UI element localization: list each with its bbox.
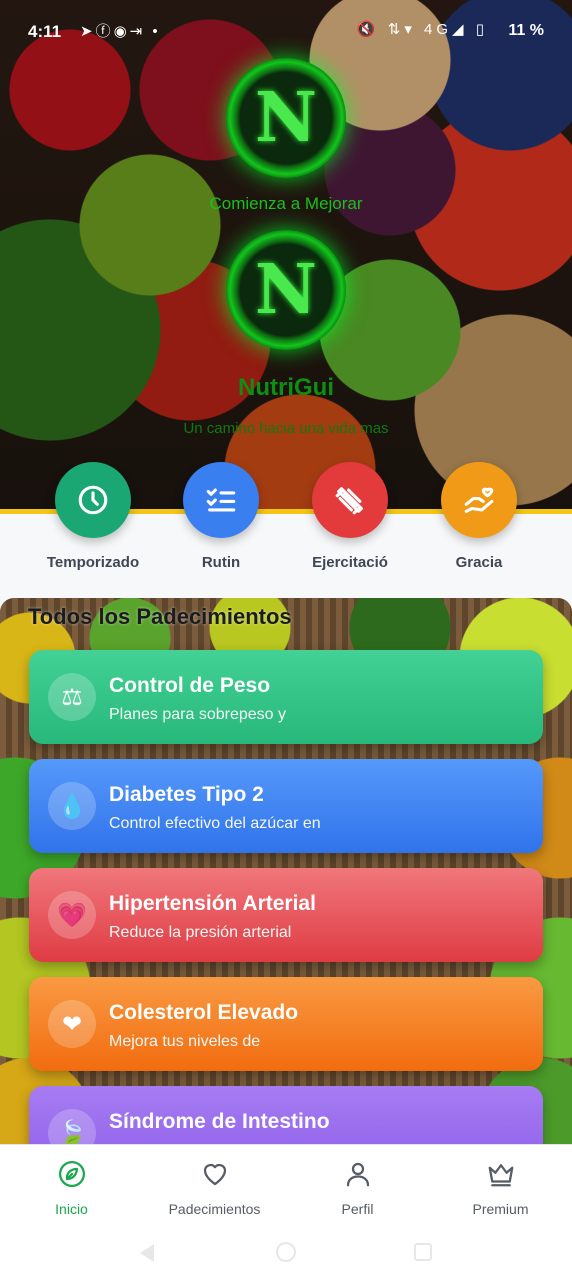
condition-card-diabetes-tipo-2[interactable]: 💧 Diabetes Tipo 2 Control efectivo del a… [29, 759, 543, 853]
quick-action-ejercitacio[interactable]: Ejercitació [275, 462, 425, 571]
notification-icons: ➤ⓕ◉⇥ • [80, 23, 161, 40]
card-title: Colesterol Elevado [109, 1001, 299, 1024]
recent-apps-icon[interactable] [414, 1243, 432, 1261]
app-name: NutriGui [238, 374, 334, 401]
hero-subtitle: Un camino hacia una vida mas [183, 420, 389, 437]
system-navigation-bar [0, 1232, 572, 1280]
quick-action-label: Ejercitació [312, 554, 388, 571]
condition-card-sindrome-de-intestino[interactable]: 🍃 Síndrome de Intestino [29, 1086, 543, 1144]
nav-item-inicio[interactable]: Inicio [0, 1159, 143, 1217]
home-button-icon[interactable] [276, 1242, 296, 1262]
system-status-icons: 🔇 ⇅▾ 4G◢ ▯ [356, 21, 488, 38]
logo-letter: N [254, 250, 318, 330]
conditions-section: Todos los Padecimientos ⚖ Control de Pes… [0, 598, 572, 1144]
nav-label: Inicio [55, 1201, 88, 1217]
nav-label: Perfil [341, 1201, 374, 1217]
clock-icon[interactable] [55, 462, 131, 538]
nav-item-padecimientos[interactable]: Padecimientos [143, 1159, 286, 1217]
checklist-icon[interactable] [183, 462, 259, 538]
card-title: Control de Peso [109, 674, 271, 697]
quick-action-gracia[interactable]: Gracia [404, 462, 554, 571]
heart-icon: 💗 [48, 891, 96, 939]
quick-action-label: Rutin [201, 554, 241, 571]
nutrigui-logo-icon: N [226, 58, 346, 178]
card-title: Síndrome de Intestino [109, 1110, 330, 1133]
nav-label: Padecimientos [168, 1201, 261, 1217]
card-description: Control efectivo del azúcar en [109, 815, 321, 832]
scale-icon: ⚖ [48, 673, 96, 721]
crown-icon [488, 1164, 513, 1187]
status-bar: 4:11 ➤ⓕ◉⇥ • 🔇 ⇅▾ 4G◢ ▯ 11 % [0, 0, 572, 64]
card-title: Hipertensión Arterial [109, 892, 316, 915]
nutrigui-logo-icon: N [226, 230, 346, 350]
leaf-icon: 🍃 [48, 1109, 96, 1144]
hand-heart-icon[interactable] [441, 462, 517, 538]
card-title: Diabetes Tipo 2 [109, 783, 264, 806]
blood-drop-icon: 💧 [48, 782, 96, 830]
section-title: Todos los Padecimientos [28, 604, 292, 629]
logo-letter: N [254, 78, 318, 158]
dumbbell-icon[interactable] [312, 462, 388, 538]
card-description: Planes para sobrepeso y [109, 706, 286, 723]
condition-card-control-de-peso[interactable]: ⚖ Control de Peso Planes para sobrepeso … [29, 650, 543, 744]
battery-level: 11 % [508, 22, 544, 39]
heart-icon: ❤ [48, 1000, 96, 1048]
card-description: Reduce la presión arterial [109, 924, 292, 941]
quick-action-rutin[interactable]: Rutin [146, 462, 296, 571]
status-time: 4:11 [28, 22, 62, 41]
quick-action-label: Gracia [455, 554, 503, 571]
back-icon[interactable] [140, 1244, 154, 1262]
nav-item-premium[interactable]: Premium [429, 1159, 572, 1217]
condition-card-colesterol-elevado[interactable]: ❤ Colesterol Elevado Mejora tus niveles … [29, 977, 543, 1071]
nav-item-perfil[interactable]: Perfil [286, 1159, 429, 1217]
card-description: Mejora tus niveles de [109, 1033, 261, 1050]
nav-label: Premium [472, 1201, 529, 1217]
condition-card-hipertension-arterial[interactable]: 💗 Hipertensión Arterial Reduce la presió… [29, 868, 543, 962]
user-icon [346, 1162, 369, 1187]
home-icon [58, 1161, 85, 1187]
heart-icon [203, 1163, 226, 1186]
bottom-navigation: Inicio Padecimientos Perfil Premium [0, 1144, 572, 1232]
hero-tagline: Comienza a Mejorar [209, 194, 363, 213]
